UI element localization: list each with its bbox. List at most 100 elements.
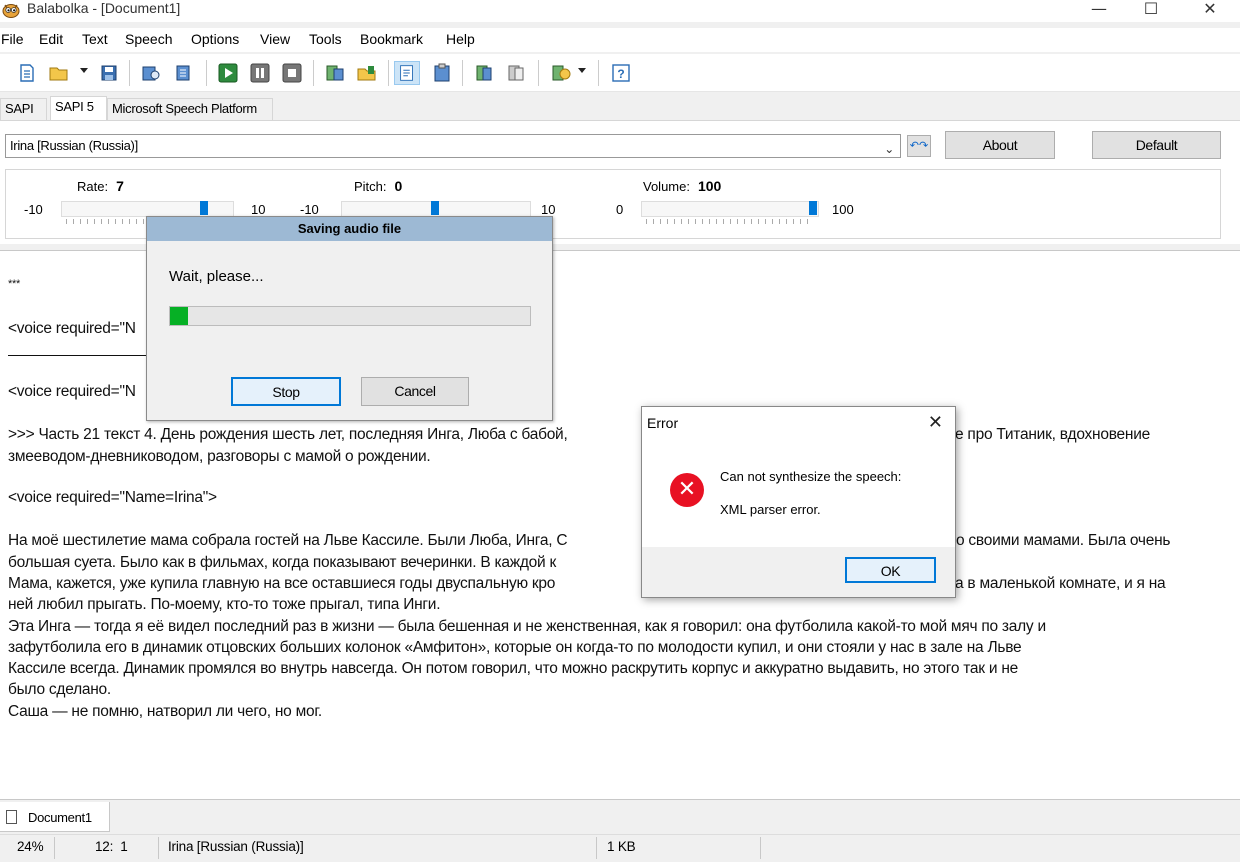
status-bar: 24% 12: 1 Irina [Russian (Russia)] 1 KB <box>0 834 1240 862</box>
maximize-button[interactable]: ☐ <box>1128 0 1174 22</box>
voice-select[interactable]: Irina [Russian (Russia)] ⌄ <box>5 134 901 158</box>
volume-slider-thumb[interactable] <box>809 201 817 215</box>
menu-tools[interactable]: Tools <box>309 30 342 48</box>
rate-slider[interactable] <box>61 201 234 224</box>
rate-slider-thumb[interactable] <box>199 201 208 215</box>
clipboard-read-icon[interactable] <box>432 63 452 83</box>
toolbar-separator <box>388 60 389 86</box>
rate-value: 7 <box>116 178 124 194</box>
minimize-button[interactable]: — <box>1076 0 1122 22</box>
pitch-value: 0 <box>394 178 403 194</box>
tab-sapi5[interactable]: SAPI 5 <box>50 96 107 120</box>
menu-file[interactable]: File <box>1 30 24 48</box>
ok-button[interactable]: OK <box>845 557 936 583</box>
saving-audio-dialog: Saving audio file Wait, please... Stop C… <box>146 216 553 421</box>
pause-icon[interactable] <box>250 63 270 83</box>
close-icon[interactable]: ✕ <box>928 412 943 433</box>
error-dialog-footer: OK <box>642 547 955 597</box>
error-icon: ✕ <box>670 473 704 507</box>
editor-line: змееводом-дневниководом, разговоры с мам… <box>8 448 431 465</box>
tab-microsoft-speech-platform[interactable]: Microsoft Speech Platform <box>107 98 273 120</box>
volume-value: 100 <box>697 178 722 194</box>
pitch-label: Pitch: 0 <box>354 178 403 194</box>
menu-view[interactable]: View <box>260 30 290 48</box>
next-file-icon[interactable] <box>506 63 526 83</box>
rate-max: 10 <box>251 202 266 217</box>
toolbar-separator <box>313 60 314 86</box>
voices-icon[interactable] <box>551 63 571 83</box>
error-dialog-title: Error <box>647 415 679 431</box>
pitch-max: 10 <box>541 202 556 217</box>
status-separator <box>760 837 761 859</box>
volume-slider-ticks <box>646 219 814 224</box>
menu-bar: File Edit Text Speech Options View Tools… <box>0 28 1240 52</box>
spell-check-icon[interactable] <box>325 63 345 83</box>
bookmark-folder-icon[interactable] <box>357 63 377 83</box>
document-tab-label: Document1 <box>28 810 92 825</box>
pitch-min: -10 <box>300 202 319 217</box>
text-properties-icon[interactable] <box>394 61 420 85</box>
balabolka-window: Balabolka - [Document1] — ☐ ✕ File Edit … <box>0 0 1240 862</box>
editor-line: большая суета. Было как в фильмах, когда… <box>8 554 556 571</box>
status-voice: Irina [Russian (Russia)] <box>168 839 304 854</box>
editor-line: Эта Инга — тогда я её видел последний ра… <box>8 618 1046 635</box>
editor-line: е про Титаник, вдохновение <box>955 426 1150 443</box>
editor-line: а в маленькой комнате, и я на <box>955 575 1166 592</box>
default-button[interactable]: Default <box>1092 131 1221 159</box>
status-separator <box>54 837 55 859</box>
document-tab-bar: Document1 <box>0 802 1240 832</box>
menu-help[interactable]: Help <box>446 30 475 48</box>
status-separator <box>158 837 159 859</box>
pitch-slider-thumb[interactable] <box>431 201 439 215</box>
save-split-audio-icon[interactable] <box>173 63 193 83</box>
menu-speech[interactable]: Speech <box>125 30 172 48</box>
play-icon[interactable] <box>218 63 238 83</box>
new-document-icon[interactable] <box>17 63 37 83</box>
toolbar: ? <box>0 54 1240 92</box>
stop-button[interactable]: Stop <box>231 377 341 406</box>
toolbar-separator <box>206 60 207 86</box>
previous-file-icon[interactable] <box>474 63 494 83</box>
volume-min: 0 <box>616 202 624 217</box>
menu-text[interactable]: Text <box>82 30 108 48</box>
save-icon[interactable] <box>99 63 119 83</box>
status-separator <box>596 837 597 859</box>
refresh-voices-icon[interactable]: ↶↷ <box>907 135 931 157</box>
status-file-size: 1 KB <box>607 839 636 854</box>
toolbar-separator <box>462 60 463 86</box>
status-cursor-position: 12: 1 <box>95 839 128 854</box>
menu-options[interactable]: Options <box>191 30 239 48</box>
balabolka-logo-icon <box>2 4 20 18</box>
pitch-slider[interactable] <box>341 201 531 224</box>
editor-line: <voice required="Name=Irina"> <box>8 489 217 506</box>
open-folder-icon[interactable] <box>49 63 69 83</box>
menu-bookmark[interactable]: Bookmark <box>360 30 423 48</box>
volume-slider[interactable] <box>641 201 819 224</box>
editor-line: На моё шестилетие мама собрала гостей на… <box>8 532 568 549</box>
close-window-button[interactable]: ✕ <box>1187 0 1233 22</box>
cancel-button[interactable]: Cancel <box>361 377 469 406</box>
rate-min: -10 <box>24 202 43 217</box>
error-message-line1: Can not synthesize the speech: <box>720 469 902 484</box>
document-tab[interactable]: Document1 <box>0 802 110 832</box>
open-dropdown-arrow-icon[interactable] <box>80 68 88 73</box>
help-icon[interactable]: ? <box>611 63 631 83</box>
toolbar-separator <box>129 60 130 86</box>
stop-icon[interactable] <box>282 63 302 83</box>
chevron-down-icon: ⌄ <box>884 142 894 156</box>
menu-edit[interactable]: Edit <box>39 30 63 48</box>
editor-line: Мама, кажется, уже купила главную на все… <box>8 575 556 592</box>
volume-label: Volume: 100 <box>643 178 722 194</box>
status-zoom: 24% <box>17 839 44 854</box>
tab-sapi4[interactable]: SAPI 4 <box>0 98 47 136</box>
saving-progress-fill <box>170 307 188 325</box>
saving-progress-bar <box>169 306 531 326</box>
rate-label: Rate: 7 <box>77 178 124 194</box>
editor-line: было сделано. <box>8 681 111 698</box>
editor-line: *** <box>8 278 21 290</box>
about-button[interactable]: About <box>945 131 1055 159</box>
editor-divider <box>8 355 148 356</box>
save-audio-icon[interactable] <box>141 63 161 83</box>
editor-line: <voice required="N <box>8 383 136 400</box>
voices-dropdown-arrow-icon[interactable] <box>578 68 586 73</box>
